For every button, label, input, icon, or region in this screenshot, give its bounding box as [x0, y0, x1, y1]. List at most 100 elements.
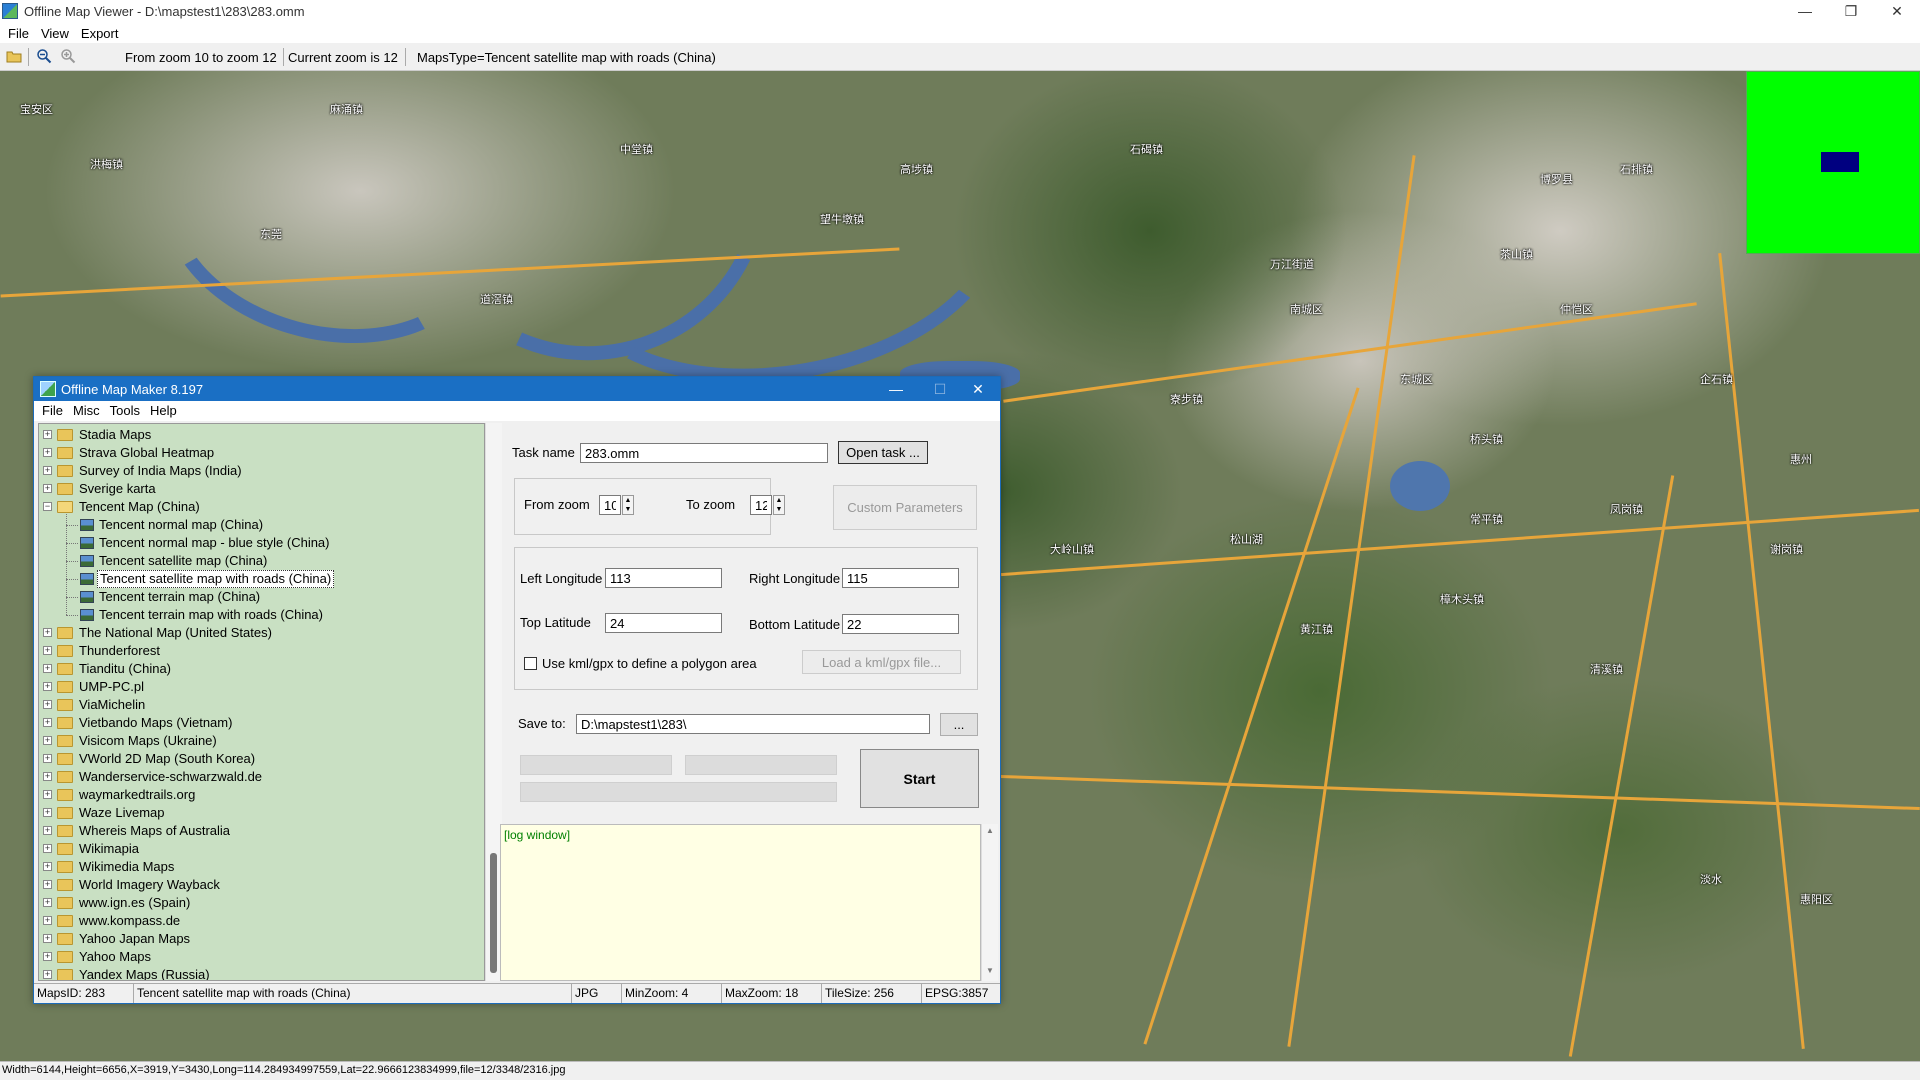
expand-icon[interactable]: +	[43, 916, 52, 925]
dialog-close-button[interactable]: ✕	[956, 377, 1000, 401]
tree-node[interactable]: + Whereis Maps of Australia	[39, 822, 484, 840]
menu-export[interactable]: Export	[75, 24, 125, 43]
dialog-minimize-button[interactable]: —	[874, 377, 918, 401]
tree-node[interactable]: + Wikimapia	[39, 840, 484, 858]
tree-node[interactable]: + Yahoo Maps	[39, 948, 484, 966]
tree-node[interactable]: + Strava Global Heatmap	[39, 444, 484, 462]
expand-icon[interactable]: +	[43, 448, 52, 457]
expand-icon[interactable]: +	[43, 808, 52, 817]
expand-icon[interactable]: +	[43, 700, 52, 709]
log-scrollbar[interactable]: ▲ ▼	[981, 824, 998, 981]
map-label: 麻涌镇	[330, 104, 363, 116]
expand-icon[interactable]: +	[43, 736, 52, 745]
tree-node-label: Thunderforest	[79, 643, 160, 658]
expand-icon[interactable]: +	[43, 628, 52, 637]
expand-icon[interactable]: +	[43, 844, 52, 853]
task-name-input[interactable]	[580, 443, 828, 463]
tree-node[interactable]: Tencent satellite map (China)	[39, 552, 484, 570]
zoom-out-icon[interactable]	[36, 48, 52, 64]
open-folder-icon[interactable]	[6, 48, 22, 64]
right-longitude-input[interactable]	[842, 568, 959, 588]
from-zoom-input[interactable]	[599, 495, 621, 515]
menu-view[interactable]: View	[35, 24, 75, 43]
left-longitude-input[interactable]	[605, 568, 722, 588]
to-zoom-input[interactable]	[750, 495, 772, 515]
expand-icon[interactable]: +	[43, 826, 52, 835]
expand-icon[interactable]: +	[43, 790, 52, 799]
custom-parameters-button[interactable]: Custom Parameters	[833, 485, 977, 530]
tree-node[interactable]: + Stadia Maps	[39, 426, 484, 444]
tree-node[interactable]: + Survey of India Maps (India)	[39, 462, 484, 480]
start-button[interactable]: Start	[860, 749, 979, 808]
minimize-button[interactable]: —	[1782, 0, 1828, 24]
expand-icon[interactable]: +	[43, 664, 52, 673]
bottom-latitude-input[interactable]	[842, 614, 959, 634]
tree-node[interactable]: + ViaMichelin	[39, 696, 484, 714]
expand-icon[interactable]: +	[43, 970, 52, 979]
tree-node[interactable]: − Tencent Map (China)	[39, 498, 484, 516]
dialog-menu-file[interactable]: File	[34, 401, 68, 421]
dialog-menu-help[interactable]: Help	[145, 401, 182, 421]
tree-node[interactable]: + Sverige karta	[39, 480, 484, 498]
dialog-menu-misc[interactable]: Misc	[68, 401, 105, 421]
expand-icon[interactable]: +	[43, 862, 52, 871]
tree-node[interactable]: Tencent satellite map with roads (China)	[39, 570, 484, 588]
task-name-label: Task name	[512, 445, 575, 460]
expand-icon[interactable]: +	[43, 772, 52, 781]
tree-node[interactable]: Tencent terrain map with roads (China)	[39, 606, 484, 624]
zoom-in-icon[interactable]	[60, 48, 76, 64]
minimap-viewport[interactable]	[1821, 152, 1859, 172]
status-tile-size: TileSize: 256	[822, 984, 922, 1003]
tree-node[interactable]: + Wanderservice-schwarzwald.de	[39, 768, 484, 786]
browse-folder-button[interactable]: ...	[940, 713, 978, 736]
log-window[interactable]: [log window]	[500, 824, 981, 981]
open-task-button[interactable]: Open task ...	[838, 441, 928, 464]
tree-node[interactable]: + Thunderforest	[39, 642, 484, 660]
overview-minimap[interactable]	[1746, 71, 1920, 254]
top-latitude-input[interactable]	[605, 613, 722, 633]
tree-node[interactable]: + UMP-PC.pl	[39, 678, 484, 696]
tree-node[interactable]: + Wikimedia Maps	[39, 858, 484, 876]
tree-node[interactable]: + www.kompass.de	[39, 912, 484, 930]
expand-icon[interactable]: +	[43, 484, 52, 493]
tree-node[interactable]: + Visicom Maps (Ukraine)	[39, 732, 484, 750]
scroll-up-icon[interactable]: ▲	[986, 826, 994, 835]
tree-node[interactable]: + World Imagery Wayback	[39, 876, 484, 894]
tree-node[interactable]: + Yahoo Japan Maps	[39, 930, 484, 948]
save-to-input[interactable]	[576, 714, 930, 734]
tree-node[interactable]: Tencent normal map (China)	[39, 516, 484, 534]
dialog-menu-tools[interactable]: Tools	[105, 401, 145, 421]
expand-icon[interactable]: +	[43, 880, 52, 889]
restore-button[interactable]: ❐	[1828, 0, 1874, 24]
tree-scrollbar-thumb[interactable]	[490, 853, 497, 973]
kml-polygon-checkbox[interactable]	[524, 657, 537, 670]
expand-icon[interactable]: +	[43, 952, 52, 961]
tree-node[interactable]: + Tianditu (China)	[39, 660, 484, 678]
tree-node[interactable]: + VWorld 2D Map (South Korea)	[39, 750, 484, 768]
collapse-icon[interactable]: −	[43, 502, 52, 511]
tree-node[interactable]: Tencent terrain map (China)	[39, 588, 484, 606]
expand-icon[interactable]: +	[43, 430, 52, 439]
close-button[interactable]: ✕	[1874, 0, 1920, 24]
tree-node[interactable]: + Vietbando Maps (Vietnam)	[39, 714, 484, 732]
expand-icon[interactable]: +	[43, 934, 52, 943]
load-kml-button[interactable]: Load a kml/gpx file...	[802, 650, 961, 674]
tree-node[interactable]: + www.ign.es (Spain)	[39, 894, 484, 912]
expand-icon[interactable]: +	[43, 754, 52, 763]
scroll-down-icon[interactable]: ▼	[986, 966, 994, 975]
tree-node[interactable]: + The National Map (United States)	[39, 624, 484, 642]
expand-icon[interactable]: +	[43, 898, 52, 907]
expand-icon[interactable]: +	[43, 466, 52, 475]
tree-node[interactable]: + Yandex Maps (Russia)	[39, 966, 484, 980]
tree-node[interactable]: Tencent normal map - blue style (China)	[39, 534, 484, 552]
expand-icon[interactable]: +	[43, 646, 52, 655]
tree-node[interactable]: + waymarkedtrails.org	[39, 786, 484, 804]
map-source-tree[interactable]: + Stadia Maps + Strava Global Heatmap + Surve…	[38, 423, 485, 981]
to-zoom-spinner[interactable]: ▲ ▼	[773, 495, 785, 515]
menu-file[interactable]: File	[0, 24, 35, 43]
expand-icon[interactable]: +	[43, 718, 52, 727]
road	[1287, 155, 1416, 1047]
tree-node[interactable]: + Waze Livemap	[39, 804, 484, 822]
expand-icon[interactable]: +	[43, 682, 52, 691]
from-zoom-spinner[interactable]: ▲ ▼	[622, 495, 634, 515]
